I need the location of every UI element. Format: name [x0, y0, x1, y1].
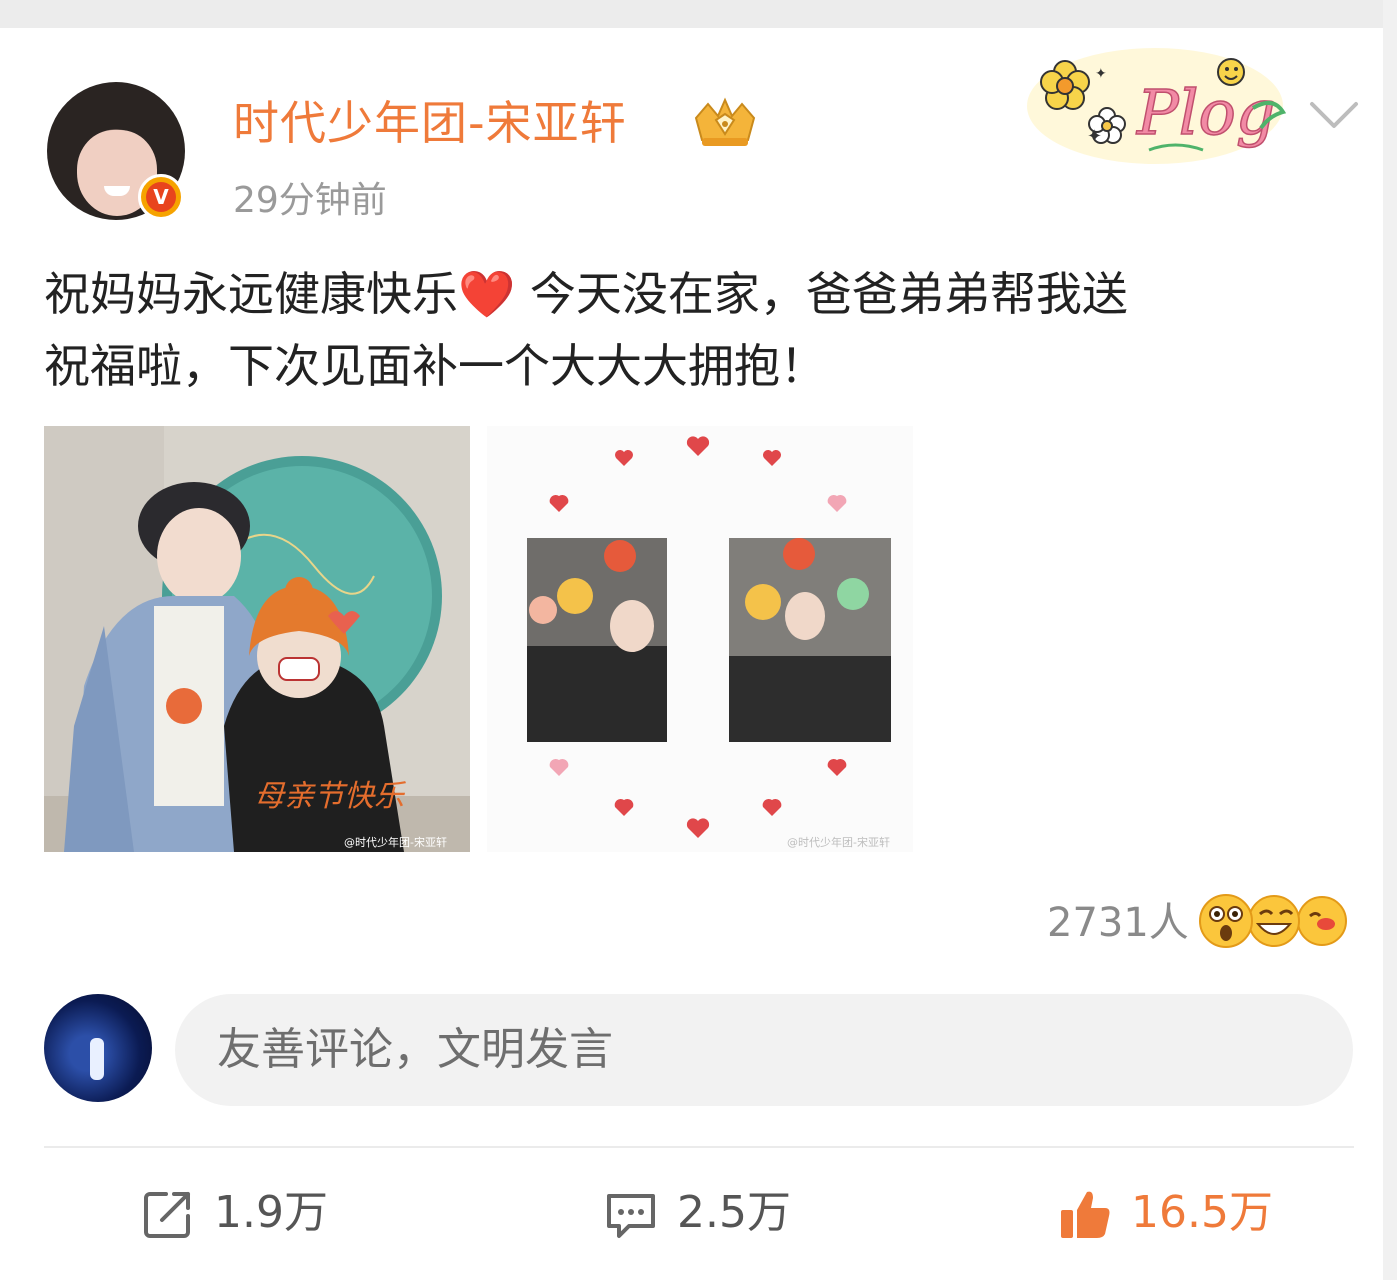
comment-icon [607, 1194, 655, 1238]
share-count: 1.9万 [214, 1187, 328, 1238]
like-button[interactable]: 16.5万 [1057, 1180, 1317, 1250]
divider [44, 1146, 1354, 1148]
comment-count: 2.5万 [677, 1187, 791, 1238]
share-icon [144, 1192, 190, 1238]
like-count: 16.5万 [1131, 1187, 1273, 1238]
verified-badge-label: V [146, 182, 176, 212]
post-image-1[interactable]: 母亲节快乐 @时代少年团-宋亚轩 [44, 426, 470, 852]
image-watermark-1: @时代少年团-宋亚轩 [344, 835, 447, 849]
content-text-cont: 今天没在家，爸爸弟弟帮我送 [515, 267, 1128, 321]
author-name[interactable]: 时代少年团-宋亚轩 [233, 92, 627, 154]
chevron-down-icon[interactable] [1308, 96, 1360, 136]
reactions-count[interactable]: 2731人 [1047, 896, 1189, 950]
photo-collage-hearts: @时代少年团-宋亚轩 [487, 426, 913, 852]
comment-placeholder: 友善评论，文明发言 [217, 1024, 613, 1075]
post-image-2[interactable]: @时代少年团-宋亚轩 [487, 426, 913, 852]
thumbs-up-icon [1061, 1191, 1110, 1238]
kiss-emoji-icon [1297, 896, 1347, 946]
image-caption: 母亲节快乐 [254, 779, 406, 814]
verified-badge: V [138, 174, 184, 220]
post-time: 29分钟前 [233, 180, 387, 221]
image-watermark-2: @时代少年团-宋亚轩 [787, 835, 890, 849]
share-button[interactable]: 1.9万 [140, 1180, 360, 1250]
scrollbar-track[interactable] [1383, 0, 1397, 1280]
red-heart-icon: ❤️ [458, 267, 516, 321]
comment-input[interactable]: 友善评论，文明发言 [175, 994, 1353, 1106]
comment-button[interactable]: 2.5万 [603, 1180, 823, 1250]
laugh-emoji-icon [1248, 895, 1300, 947]
sticker-text: Plog [1136, 76, 1276, 149]
photo-mother-son: 母亲节快乐 @时代少年团-宋亚轩 [44, 426, 470, 852]
surprised-emoji-icon [1199, 894, 1253, 948]
top-bar [0, 0, 1397, 28]
crown-badge-icon[interactable] [690, 96, 760, 150]
avatar-figure [90, 1038, 104, 1080]
svg-text:✦: ✦ [1095, 66, 1107, 82]
current-user-avatar[interactable] [44, 994, 152, 1102]
reaction-emojis[interactable] [1198, 890, 1350, 952]
svg-text:✦: ✦ [1087, 126, 1102, 147]
post-content: 祝妈妈永远健康快乐❤️ 今天没在家，爸爸弟弟帮我送 祝福啦，下次见面补一个大大大… [44, 258, 1364, 402]
content-text: 祝妈妈永远健康快乐 [44, 267, 458, 321]
plog-sticker-icon: Plog ✦ ✦ [1027, 48, 1287, 164]
content-text-line2: 祝福啦，下次见面补一个大大大拥抱！ [44, 339, 826, 393]
